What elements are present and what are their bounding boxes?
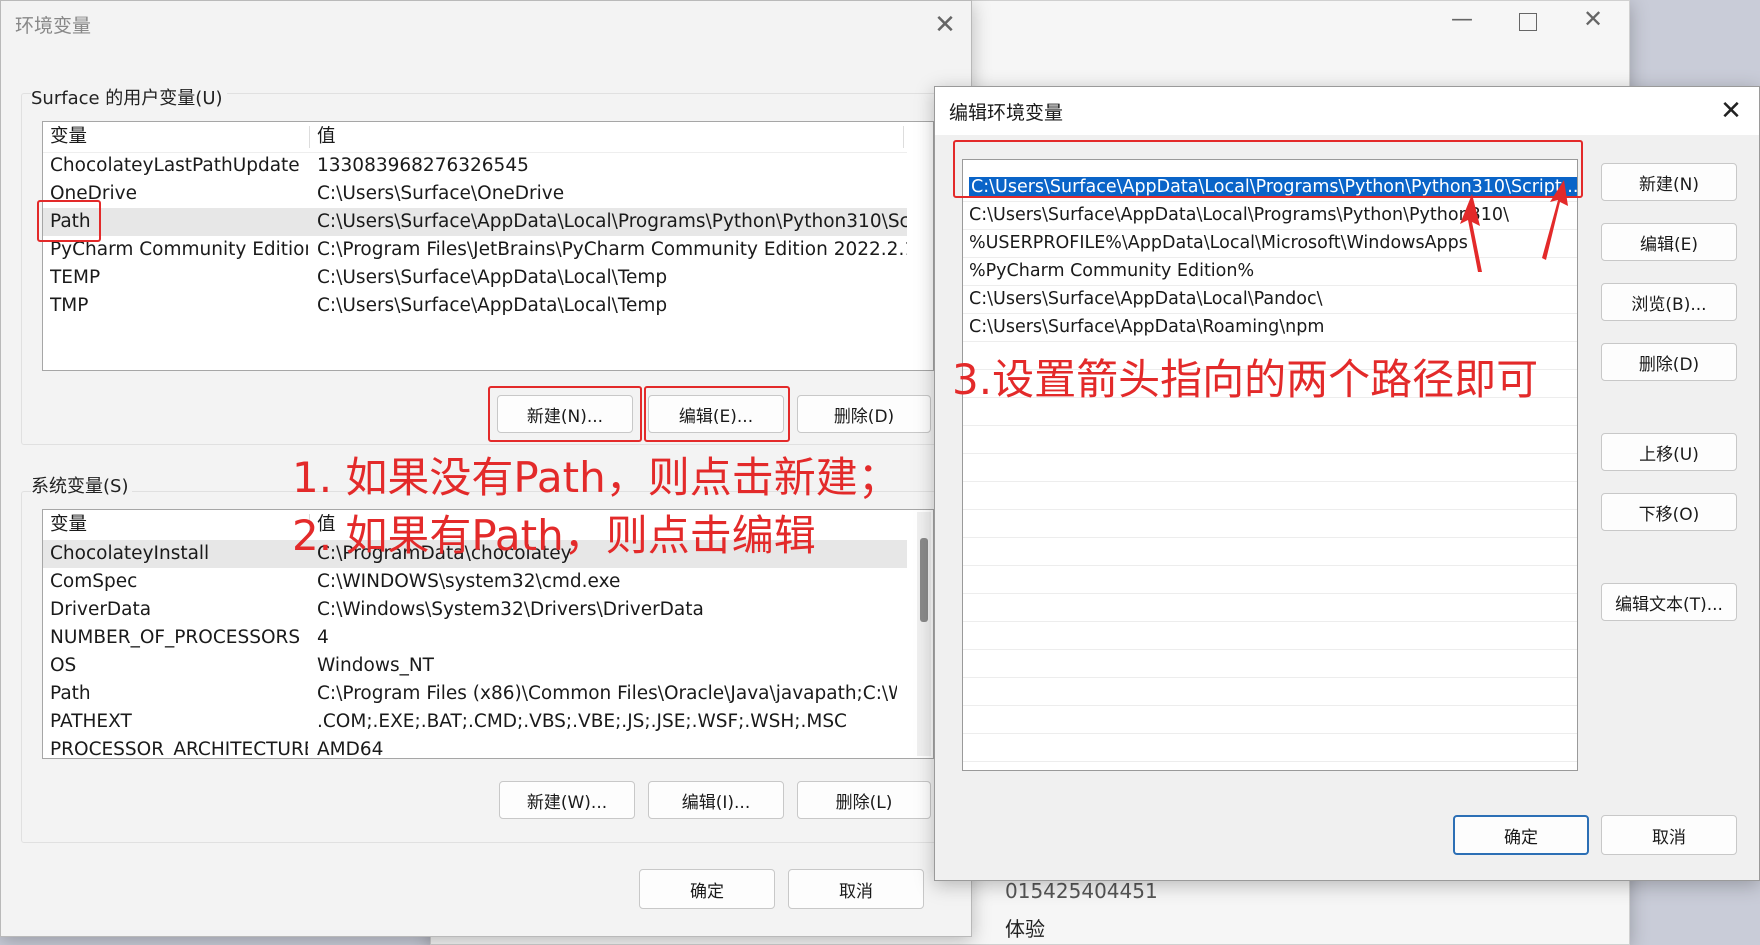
annotation-step3: 3.设置箭头指向的两个路径即可 (952, 355, 1539, 404)
variable-name: PyCharm Community Edition (50, 239, 308, 260)
empty-row (963, 538, 1577, 566)
table-row[interactable]: Path C:\Users\Surface\AppData\Local\Prog… (43, 208, 907, 236)
user-edit-button[interactable]: 编辑(E)... (648, 395, 784, 433)
empty-row (963, 482, 1577, 510)
minimize-icon[interactable]: — (1451, 7, 1473, 32)
annotation-step1: 1. 如果没有Path，则点击新建； (292, 453, 900, 502)
edit-env-var-dialog: 编辑环境变量 ✕ C:\Users\Surface\AppData\Local\… (934, 86, 1760, 881)
empty-row (963, 622, 1577, 650)
variable-name: Path (50, 683, 91, 704)
empty-row (963, 734, 1577, 762)
env-dialog-titlebar[interactable]: 环境变量 ✕ (1, 1, 971, 45)
variable-value: Windows_NT (317, 655, 434, 676)
variable-name: OneDrive (50, 183, 137, 204)
variable-name: ChocolateyInstall (50, 543, 210, 564)
table-row[interactable]: ChocolateyLastPathUpdate 133083968276326… (43, 152, 907, 180)
table-row[interactable]: PATHEXT .COM;.EXE;.BAT;.CMD;.VBS;.VBE;.J… (43, 708, 907, 736)
table-row[interactable]: PyCharm Community Edition C:\Program Fil… (43, 236, 907, 264)
background-number-text: 015425404451 (1005, 879, 1158, 903)
column-separator[interactable] (309, 126, 310, 148)
path-move-down-button[interactable]: 下移(O) (1601, 493, 1737, 531)
variable-value: C:\Users\Surface\AppData\Local\Temp (317, 267, 668, 288)
variable-value: C:\Users\Surface\OneDrive (317, 183, 565, 204)
user-new-button[interactable]: 新建(N)... (497, 395, 633, 433)
variable-name: ChocolateyLastPathUpdate (50, 155, 300, 176)
path-delete-button[interactable]: 删除(D) (1601, 343, 1737, 381)
close-icon[interactable]: ✕ (1715, 95, 1747, 127)
edit-cancel-button[interactable]: 取消 (1601, 815, 1737, 855)
path-edit-text-button[interactable]: 编辑文本(T)... (1601, 583, 1737, 621)
env-cancel-button[interactable]: 取消 (788, 869, 924, 909)
close-icon[interactable]: ✕ (1583, 5, 1603, 33)
user-vars-list[interactable]: 变量 值 ChocolateyLastPathUpdate 1330839682… (42, 121, 934, 371)
column-header-variable[interactable]: 变量 (50, 511, 87, 539)
user-delete-button[interactable]: 删除(D) (797, 395, 931, 433)
variable-name: PROCESSOR_ARCHITECTURE (50, 739, 308, 759)
variable-value: C:\Users\Surface\AppData\Local\Temp (317, 295, 668, 316)
table-row[interactable]: OneDrive C:\Users\Surface\OneDrive (43, 180, 907, 208)
table-row[interactable]: PROCESSOR_ARCHITECTURE AMD64 (43, 736, 907, 759)
empty-row (963, 650, 1577, 678)
table-row[interactable]: NUMBER_OF_PROCESSORS 4 (43, 624, 907, 652)
edit-dialog-title: 编辑环境变量 (949, 102, 1064, 124)
env-dialog-title: 环境变量 (15, 15, 92, 37)
variable-value: C:\WINDOWS\system32\cmd.exe (317, 571, 621, 592)
variable-value: C:\Users\Surface\AppData\Local\Programs\… (317, 211, 907, 232)
empty-row (963, 594, 1577, 622)
system-vars-group-label: 系统变量(S) (31, 472, 133, 498)
column-separator[interactable] (903, 126, 904, 148)
variable-value: C:\Windows\System32\Drivers\DriverData (317, 599, 704, 620)
variable-name: OS (50, 655, 77, 676)
close-icon[interactable]: ✕ (929, 9, 961, 41)
table-row[interactable]: Path C:\Program Files (x86)\Common Files… (43, 680, 907, 708)
table-row[interactable]: TMP C:\Users\Surface\AppData\Local\Temp (43, 292, 907, 320)
table-row[interactable]: TEMP C:\Users\Surface\AppData\Local\Temp (43, 264, 907, 292)
path-list-item[interactable]: C:\Users\Surface\AppData\Roaming\npm (963, 314, 1577, 342)
background-label-text: 体验 (1005, 917, 1045, 941)
system-vars-scroll-thumb[interactable] (920, 538, 928, 622)
variable-value: 4 (317, 627, 329, 648)
variable-name: NUMBER_OF_PROCESSORS (50, 627, 301, 648)
column-header-value[interactable]: 值 (317, 123, 336, 151)
table-row[interactable]: ComSpec C:\WINDOWS\system32\cmd.exe (43, 568, 907, 596)
variable-value: 133083968276326545 (317, 155, 529, 176)
variable-value: AMD64 (317, 739, 384, 759)
variable-value: C:\Program Files\JetBrains\PyCharm Commu… (317, 239, 907, 260)
column-header-variable[interactable]: 变量 (50, 123, 87, 151)
variable-name: TMP (50, 295, 89, 316)
empty-row (963, 426, 1577, 454)
table-row[interactable]: DriverData C:\Windows\System32\Drivers\D… (43, 596, 907, 624)
annotation-arrows (1460, 180, 1568, 272)
edit-dialog-titlebar[interactable]: 编辑环境变量 ✕ (935, 87, 1759, 135)
env-ok-button[interactable]: 确定 (639, 869, 775, 909)
empty-row (963, 678, 1577, 706)
maximize-icon[interactable] (1519, 13, 1537, 31)
path-move-up-button[interactable]: 上移(U) (1601, 433, 1737, 471)
variable-value: C:\Program Files (x86)\Common Files\Orac… (317, 683, 897, 704)
variable-name: Path (50, 211, 91, 232)
path-new-button[interactable]: 新建(N) (1601, 163, 1737, 201)
system-edit-button[interactable]: 编辑(I)... (648, 781, 784, 819)
system-delete-button[interactable]: 删除(L) (797, 781, 931, 819)
system-new-button[interactable]: 新建(W)... (499, 781, 635, 819)
variable-value: .COM;.EXE;.BAT;.CMD;.VBS;.VBE;.JS;.JSE;.… (317, 711, 847, 732)
table-row[interactable]: OS Windows_NT (43, 652, 907, 680)
user-vars-header: 变量 值 (43, 122, 907, 153)
variable-name: DriverData (50, 599, 152, 620)
empty-row (963, 706, 1577, 734)
empty-row (963, 566, 1577, 594)
user-vars-group-label: Surface 的用户变量(U) (31, 84, 227, 110)
empty-row (963, 454, 1577, 482)
annotation-step2: 2. 如果有Path，则点击编辑 (292, 511, 816, 560)
path-edit-button[interactable]: 编辑(E) (1601, 223, 1737, 261)
path-browse-button[interactable]: 浏览(B)... (1601, 283, 1737, 321)
edit-ok-button[interactable]: 确定 (1453, 815, 1589, 855)
arrow-icon (1460, 180, 1568, 272)
variable-name: TEMP (50, 267, 101, 288)
path-list-item[interactable]: C:\Users\Surface\AppData\Local\Pandoc\ (963, 286, 1577, 314)
variable-name: PATHEXT (50, 711, 132, 732)
empty-row (963, 510, 1577, 538)
variable-name: ComSpec (50, 571, 138, 592)
